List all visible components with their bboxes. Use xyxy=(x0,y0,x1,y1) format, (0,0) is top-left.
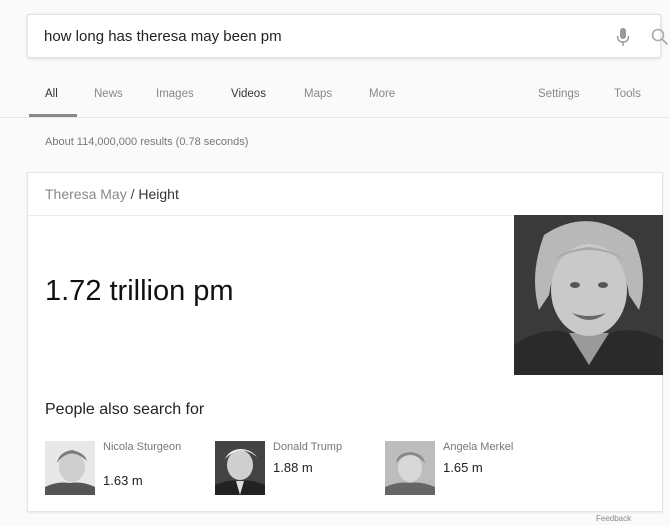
related-person-angela-merkel[interactable]: Angela Merkel 1.65 m xyxy=(385,441,535,497)
card-separator: / xyxy=(130,186,135,202)
related-person-name: Angela Merkel xyxy=(443,441,514,453)
tab-settings[interactable]: Settings xyxy=(538,88,580,100)
related-person-height: 1.63 m xyxy=(103,473,143,488)
tab-tools[interactable]: Tools xyxy=(614,88,641,100)
search-results-page: All News Images Videos Maps More Setting… xyxy=(0,0,670,525)
card-attribute: Height xyxy=(138,186,179,202)
search-icon[interactable] xyxy=(650,27,670,47)
search-tabs: All News Images Videos Maps More Setting… xyxy=(0,80,670,118)
nicola-sturgeon-thumbnail xyxy=(45,441,95,495)
active-tab-underline xyxy=(29,114,77,117)
related-person-donald-trump[interactable]: Donald Trump 1.88 m xyxy=(215,441,365,497)
search-input[interactable] xyxy=(44,25,564,47)
people-also-search-title: People also search for xyxy=(45,401,205,418)
theresa-may-portrait[interactable] xyxy=(514,215,663,375)
tab-more[interactable]: More xyxy=(369,88,395,100)
related-person-height: 1.65 m xyxy=(443,460,483,475)
tab-all[interactable]: All xyxy=(45,88,58,100)
card-subject[interactable]: Theresa May xyxy=(45,186,127,202)
tab-videos[interactable]: Videos xyxy=(231,88,266,100)
tab-maps[interactable]: Maps xyxy=(304,88,332,100)
tab-news[interactable]: News xyxy=(94,88,123,100)
feedback-link[interactable]: Feedback xyxy=(596,514,631,523)
related-person-nicola-sturgeon[interactable]: Nicola Sturgeon 1.63 m xyxy=(45,441,195,497)
answer-value: 1.72 trillion pm xyxy=(45,275,234,307)
microphone-icon[interactable] xyxy=(614,27,632,47)
search-box[interactable] xyxy=(27,14,669,58)
card-title: Theresa May / Height xyxy=(45,186,179,202)
related-person-height: 1.88 m xyxy=(273,460,313,475)
donald-trump-thumbnail xyxy=(215,441,265,495)
result-stats: About 114,000,000 results (0.78 seconds) xyxy=(45,136,249,148)
related-person-name: Nicola Sturgeon xyxy=(103,441,182,453)
knowledge-card: Theresa May / Height 1.72 trillion pm Pe… xyxy=(27,172,663,512)
angela-merkel-thumbnail xyxy=(385,441,435,495)
related-person-name: Donald Trump xyxy=(273,441,343,453)
card-header: Theresa May / Height xyxy=(28,173,662,216)
tab-images[interactable]: Images xyxy=(156,88,194,100)
